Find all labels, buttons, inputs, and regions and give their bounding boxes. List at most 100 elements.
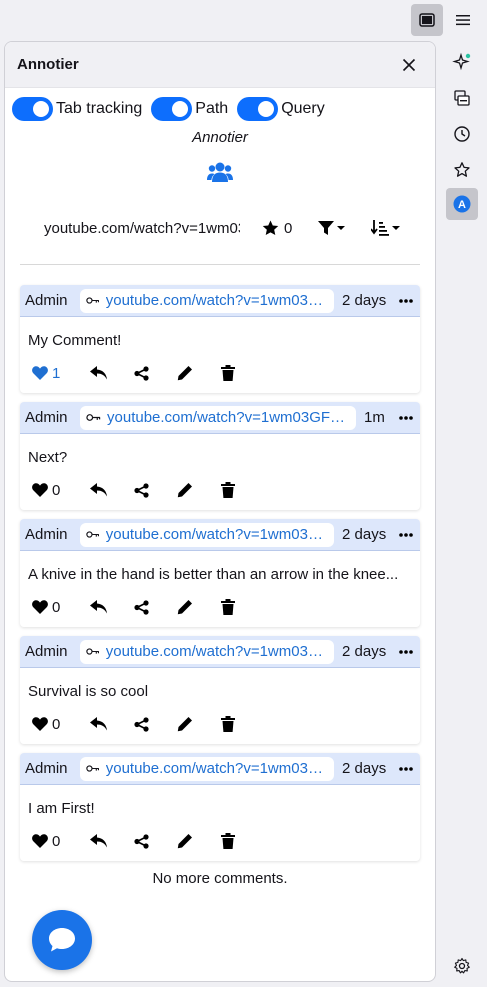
- comment-link-text: youtube.com/watch?v=1wm03GF7gdU: [105, 526, 328, 543]
- hamburger-menu-button[interactable]: [447, 4, 479, 36]
- share-button[interactable]: [120, 833, 163, 849]
- like-button[interactable]: 0: [32, 716, 77, 733]
- annotier-extension-button[interactable]: A: [446, 188, 478, 220]
- reply-button[interactable]: [77, 366, 120, 380]
- comment-header: Admin youtube.com/watch?v=1wm03GF7gdU 1m: [20, 402, 420, 434]
- comment-header: Admin youtube.com/watch?v=1wm03GF7gdU 2 …: [20, 285, 420, 317]
- key-icon: [86, 531, 100, 538]
- like-button[interactable]: 1: [32, 365, 77, 382]
- gear-icon: [454, 957, 470, 974]
- clock-icon: [454, 126, 470, 142]
- more-horizontal-icon: [399, 649, 413, 654]
- more-options-button[interactable]: [397, 766, 415, 771]
- favorites-button[interactable]: 0: [262, 220, 292, 237]
- edit-button[interactable]: [163, 599, 206, 615]
- trash-icon: [220, 365, 235, 381]
- trash-icon: [220, 716, 235, 732]
- history-button[interactable]: [446, 118, 478, 150]
- reply-button[interactable]: [77, 717, 120, 731]
- comment-text: Next?: [28, 449, 68, 466]
- comment-actions: 0: [20, 470, 420, 510]
- sort-dropdown[interactable]: [371, 220, 401, 236]
- comment-text: A knive in the hand is better than an ar…: [28, 566, 399, 583]
- tracking-toggles: Tab tracking Path Query: [5, 96, 435, 122]
- more-options-button[interactable]: [397, 649, 415, 654]
- panel-title: Annotier: [17, 56, 79, 73]
- group-selector[interactable]: [5, 161, 435, 189]
- pencil-icon: [177, 366, 192, 381]
- delete-button[interactable]: [206, 482, 249, 498]
- chevron-down-icon: [337, 226, 346, 230]
- delete-button[interactable]: [206, 716, 249, 732]
- comment-link[interactable]: youtube.com/watch?v=1wm03GF7gdU: [80, 756, 334, 781]
- more-options-button[interactable]: [397, 532, 415, 537]
- share-icon: [134, 716, 149, 732]
- comment-link-text: youtube.com/watch?v=1wm03GF7gdU: [105, 643, 328, 660]
- comment-link[interactable]: youtube.com/watch?v=1wm03GF7gdU: [80, 288, 334, 313]
- share-icon: [134, 365, 149, 381]
- comment-link[interactable]: youtube.com/watch?v=1wm03GF7gdU: [80, 639, 334, 664]
- comment-time: 2 days: [342, 643, 387, 660]
- svg-text:A: A: [458, 199, 466, 211]
- comment-time: 1m: [364, 409, 385, 426]
- current-url: youtube.com/watch?v=1wm03GF: [44, 219, 240, 237]
- like-button[interactable]: 0: [32, 482, 77, 499]
- reply-icon: [89, 600, 107, 614]
- reply-icon: [89, 834, 107, 848]
- more-horizontal-icon: [399, 298, 413, 303]
- delete-button[interactable]: [206, 365, 249, 381]
- filter-dropdown[interactable]: [318, 221, 346, 235]
- more-options-button[interactable]: [397, 298, 415, 303]
- toggle-label: Query: [281, 100, 325, 117]
- star-icon: [262, 220, 279, 236]
- like-button[interactable]: 0: [32, 599, 77, 616]
- like-button[interactable]: 0: [32, 833, 77, 850]
- ai-chatbot-button[interactable]: [446, 46, 478, 78]
- chat-bubble-icon: [49, 928, 75, 952]
- comment-link[interactable]: youtube.com/watch?v=1wm03GF7gdU: [80, 405, 356, 430]
- key-icon: [86, 765, 100, 772]
- comment-card: Admin youtube.com/watch?v=1wm03GF7gdU 2 …: [20, 636, 420, 744]
- share-button[interactable]: [120, 716, 163, 732]
- edit-button[interactable]: [163, 833, 206, 849]
- pencil-icon: [177, 834, 192, 849]
- comment-header: Admin youtube.com/watch?v=1wm03GF7gdU 2 …: [20, 519, 420, 551]
- path-switch[interactable]: [151, 97, 193, 121]
- share-button[interactable]: [120, 365, 163, 381]
- heart-icon: [32, 600, 48, 614]
- edit-button[interactable]: [163, 482, 206, 498]
- delete-button[interactable]: [206, 833, 249, 849]
- more-horizontal-icon: [399, 766, 413, 771]
- toggle-path[interactable]: Path: [151, 97, 228, 121]
- synced-tabs-icon: [454, 90, 470, 106]
- comment-card: Admin youtube.com/watch?v=1wm03GF7gdU 2 …: [20, 285, 420, 393]
- customize-sidebar-button[interactable]: [446, 950, 478, 982]
- end-of-list-text: No more comments.: [152, 870, 288, 887]
- comment-time: 2 days: [342, 526, 387, 543]
- reply-button[interactable]: [77, 600, 120, 614]
- star-outline-icon: [454, 162, 470, 177]
- reply-button[interactable]: [77, 834, 120, 848]
- tab-tracking-switch[interactable]: [12, 97, 53, 121]
- sparkle-icon: [452, 52, 471, 71]
- comment-link[interactable]: youtube.com/watch?v=1wm03GF7gdU: [80, 522, 334, 547]
- bookmarks-button[interactable]: [446, 154, 478, 186]
- new-comment-button[interactable]: [32, 910, 92, 970]
- synced-tabs-button[interactable]: [446, 82, 478, 114]
- share-button[interactable]: [120, 482, 163, 498]
- close-panel-button[interactable]: [395, 51, 423, 79]
- sidebar-icon: [419, 13, 435, 27]
- share-button[interactable]: [120, 599, 163, 615]
- sidebar-strip: A: [441, 40, 487, 987]
- comment-header: Admin youtube.com/watch?v=1wm03GF7gdU 2 …: [20, 636, 420, 668]
- sidebar-toggle-button[interactable]: [411, 4, 443, 36]
- toggle-tab-tracking[interactable]: Tab tracking: [12, 97, 142, 121]
- delete-button[interactable]: [206, 599, 249, 615]
- toggle-query[interactable]: Query: [237, 97, 325, 121]
- reply-button[interactable]: [77, 483, 120, 497]
- comment-text: I am First!: [28, 800, 95, 817]
- edit-button[interactable]: [163, 716, 206, 732]
- edit-button[interactable]: [163, 365, 206, 381]
- more-options-button[interactable]: [397, 415, 415, 420]
- query-switch[interactable]: [237, 97, 279, 121]
